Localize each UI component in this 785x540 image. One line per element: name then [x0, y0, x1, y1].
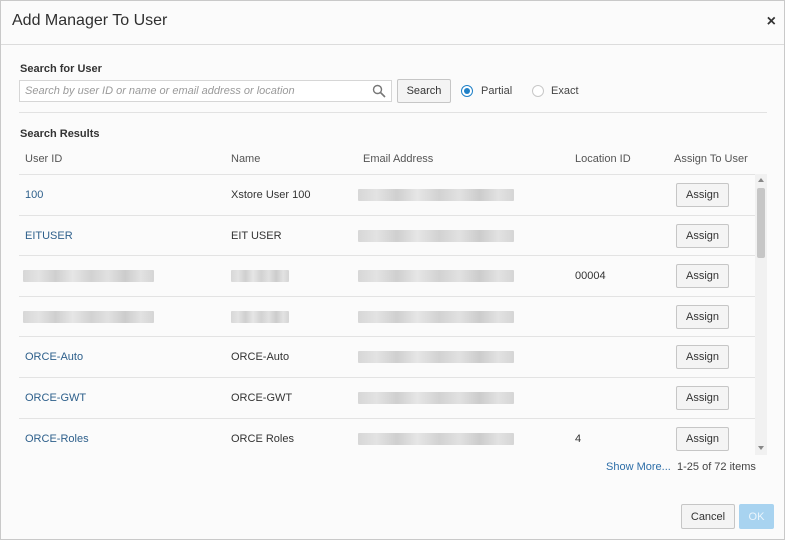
- column-header-user-id[interactable]: User ID: [25, 153, 62, 165]
- search-button[interactable]: Search: [397, 79, 451, 103]
- table-row: ORCE-GWT ORCE-GWT Assign: [19, 377, 755, 417]
- show-more-link[interactable]: Show More...: [606, 461, 671, 473]
- results-table: 100 Xstore User 100 Assign EITUSER EIT USER A…: [19, 174, 767, 455]
- cancel-button[interactable]: Cancel: [681, 504, 735, 529]
- assign-button[interactable]: Assign: [676, 426, 729, 451]
- add-manager-dialog: Add Manager To User × Search for User Se…: [0, 0, 785, 540]
- cell-email-redacted: [358, 378, 514, 418]
- search-icon[interactable]: [372, 84, 386, 98]
- redacted-block: [358, 351, 514, 364]
- cell-name-redacted: [231, 297, 289, 337]
- assign-button[interactable]: Assign: [676, 183, 729, 207]
- column-header-email[interactable]: Email Address: [363, 153, 433, 165]
- assign-button[interactable]: Assign: [676, 223, 729, 248]
- scroll-up-icon[interactable]: [758, 178, 764, 182]
- cell-email-redacted: [358, 256, 514, 296]
- redacted-block: [358, 189, 514, 201]
- cell-email-redacted: [358, 175, 514, 215]
- redacted-block: [23, 310, 154, 323]
- results-heading: Search Results: [20, 128, 100, 140]
- assign-button[interactable]: Assign: [676, 386, 729, 410]
- table-row: 00004 Assign: [19, 255, 755, 295]
- redacted-block: [231, 270, 289, 283]
- cell-user-id: ORCE-GWT: [25, 392, 87, 404]
- cell-name: Xstore User 100: [231, 189, 311, 201]
- dialog-title: Add Manager To User: [12, 12, 168, 29]
- cell-location-id: 4: [575, 432, 582, 445]
- cell-email-redacted: [358, 216, 514, 256]
- cell-location-id: 00004: [575, 270, 606, 283]
- cell-name: ORCE-GWT: [231, 392, 293, 404]
- table-row: Assign: [19, 295, 755, 337]
- cell-email-redacted: [358, 297, 514, 337]
- cell-user-id-redacted: [23, 297, 154, 337]
- cell-user-id: ORCE-Roles: [25, 432, 89, 445]
- redacted-block: [358, 432, 514, 445]
- cell-email-redacted: [358, 419, 514, 455]
- redacted-block: [358, 270, 514, 283]
- search-input[interactable]: [20, 81, 370, 101]
- assign-button[interactable]: Assign: [676, 345, 729, 370]
- redacted-block: [23, 270, 154, 283]
- partial-radio-label[interactable]: Partial: [481, 85, 512, 97]
- section-divider: [19, 112, 767, 113]
- scroll-down-icon[interactable]: [758, 446, 764, 450]
- column-header-location-id[interactable]: Location ID: [575, 153, 631, 165]
- results-count: 1-25 of 72 items: [677, 461, 756, 473]
- vertical-scrollbar[interactable]: [755, 174, 767, 455]
- table-row: EITUSER EIT USER Assign: [19, 214, 755, 256]
- cell-name-redacted: [231, 256, 289, 296]
- ok-button[interactable]: OK: [739, 504, 774, 529]
- exact-radio[interactable]: [532, 85, 544, 97]
- exact-radio-label[interactable]: Exact: [551, 85, 579, 97]
- redacted-block: [231, 310, 289, 323]
- partial-radio[interactable]: [461, 85, 473, 97]
- cell-user-id: 100: [25, 189, 44, 201]
- scroll-thumb[interactable]: [757, 188, 765, 258]
- search-field[interactable]: [19, 80, 392, 102]
- cell-user-id-redacted: [23, 256, 154, 296]
- cell-name: EIT USER: [231, 229, 282, 242]
- cell-name: ORCE Roles: [231, 432, 294, 445]
- column-header-name[interactable]: Name: [231, 153, 260, 165]
- cell-email-redacted: [358, 337, 514, 377]
- table-row: ORCE-Roles ORCE Roles 4 Assign: [19, 417, 755, 455]
- cell-user-id: ORCE-Auto: [25, 351, 84, 364]
- search-heading: Search for User: [20, 63, 102, 75]
- column-header-assign: Assign To User: [674, 153, 748, 165]
- close-icon[interactable]: ×: [767, 13, 776, 31]
- table-row: ORCE-Auto ORCE-Auto Assign: [19, 336, 755, 376]
- assign-button[interactable]: Assign: [676, 304, 729, 329]
- table-row: 100 Xstore User 100 Assign: [19, 174, 755, 214]
- cell-name: ORCE-Auto: [231, 351, 290, 364]
- redacted-block: [358, 392, 514, 404]
- redacted-block: [358, 229, 514, 242]
- assign-button[interactable]: Assign: [676, 264, 729, 289]
- cell-user-id: EITUSER: [25, 229, 73, 242]
- redacted-block: [358, 310, 514, 323]
- dialog-header: Add Manager To User ×: [1, 1, 784, 45]
